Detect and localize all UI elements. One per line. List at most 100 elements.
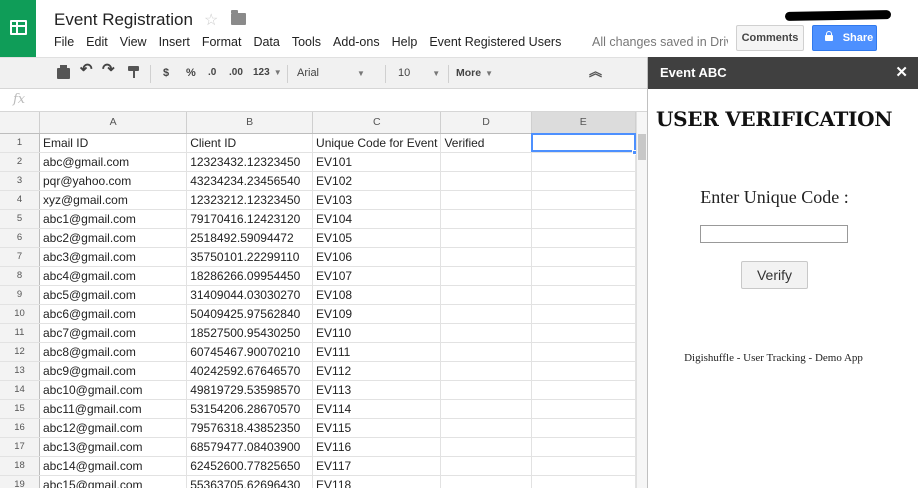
cell-a17[interactable]: abc13@gmail.com xyxy=(39,437,188,457)
cell-c7[interactable]: EV106 xyxy=(312,247,442,267)
row-header[interactable]: 19 xyxy=(0,475,40,488)
cell-b5[interactable]: 79170416.12423120 xyxy=(186,209,314,229)
cell-e11[interactable] xyxy=(531,323,636,343)
cell-c14[interactable]: EV113 xyxy=(312,380,442,400)
cell-c13[interactable]: EV112 xyxy=(312,361,442,381)
comments-button[interactable]: Comments xyxy=(736,25,804,51)
close-icon[interactable]: ✕ xyxy=(895,63,908,81)
cell-b11[interactable]: 18527500.95430250 xyxy=(186,323,314,343)
cell-d3[interactable] xyxy=(440,171,532,191)
cell-e16[interactable] xyxy=(531,418,636,438)
cell-e18[interactable] xyxy=(531,456,636,476)
cell-a3[interactable]: pqr@yahoo.com xyxy=(39,171,188,191)
cell-b17[interactable]: 68579477.08403900 xyxy=(186,437,314,457)
cell-d15[interactable] xyxy=(440,399,532,419)
menu-view[interactable]: View xyxy=(120,35,147,51)
menu-data[interactable]: Data xyxy=(253,35,279,51)
paint-format-icon[interactable] xyxy=(128,66,139,78)
cell-a5[interactable]: abc1@gmail.com xyxy=(39,209,188,229)
row-header[interactable]: 15 xyxy=(0,399,40,419)
row-header[interactable]: 4 xyxy=(0,190,40,210)
scrollbar-thumb[interactable] xyxy=(638,134,646,160)
menu-tools[interactable]: Tools xyxy=(292,35,321,51)
cell-d2[interactable] xyxy=(440,152,532,172)
star-icon[interactable]: ☆ xyxy=(204,10,218,30)
row-header[interactable]: 8 xyxy=(0,266,40,286)
cell-c1[interactable]: Unique Code for Event xyxy=(312,133,442,153)
cell-e5[interactable] xyxy=(531,209,636,229)
cell-e2[interactable] xyxy=(531,152,636,172)
save-status[interactable]: All changes saved in Drive xyxy=(592,35,728,49)
cell-d16[interactable] xyxy=(440,418,532,438)
undo-icon[interactable]: ↶ xyxy=(80,62,93,78)
row-header[interactable]: 2 xyxy=(0,152,40,172)
share-button[interactable]: Share xyxy=(812,25,877,51)
cell-b12[interactable]: 60745467.90070210 xyxy=(186,342,314,362)
redo-icon[interactable]: ↷ xyxy=(102,62,115,78)
cell-d10[interactable] xyxy=(440,304,532,324)
cell-e13[interactable] xyxy=(531,361,636,381)
collapse-toolbar-icon[interactable]: ︽ xyxy=(589,64,602,80)
column-header-e[interactable]: E xyxy=(531,112,636,134)
cell-b13[interactable]: 40242592.67646570 xyxy=(186,361,314,381)
row-header[interactable]: 11 xyxy=(0,323,40,343)
cell-a2[interactable]: abc@gmail.com xyxy=(39,152,188,172)
cell-b19[interactable]: 55363705.62696430 xyxy=(186,475,314,488)
cell-c4[interactable]: EV103 xyxy=(312,190,442,210)
cell-b15[interactable]: 53154206.28670570 xyxy=(186,399,314,419)
cell-d5[interactable] xyxy=(440,209,532,229)
cell-c12[interactable]: EV111 xyxy=(312,342,442,362)
cell-e17[interactable] xyxy=(531,437,636,457)
cell-e7[interactable] xyxy=(531,247,636,267)
cell-d6[interactable] xyxy=(440,228,532,248)
cell-c16[interactable]: EV115 xyxy=(312,418,442,438)
cell-b4[interactable]: 12323212.12323450 xyxy=(186,190,314,210)
row-header[interactable]: 13 xyxy=(0,361,40,381)
cell-e12[interactable] xyxy=(531,342,636,362)
cell-b18[interactable]: 62452600.77825650 xyxy=(186,456,314,476)
menu-insert[interactable]: Insert xyxy=(159,35,190,51)
currency-format-button[interactable]: $ xyxy=(163,65,169,81)
menu-help[interactable]: Help xyxy=(392,35,418,51)
document-title[interactable]: Event Registration xyxy=(54,10,193,30)
row-header[interactable]: 3 xyxy=(0,171,40,191)
unique-code-input[interactable] xyxy=(700,225,848,243)
cell-e8[interactable] xyxy=(531,266,636,286)
cell-b14[interactable]: 49819729.53598570 xyxy=(186,380,314,400)
cell-b6[interactable]: 2518492.59094472 xyxy=(186,228,314,248)
menu-format[interactable]: Format xyxy=(202,35,242,51)
menu-event-registered-users[interactable]: Event Registered Users xyxy=(429,35,561,51)
cell-d13[interactable] xyxy=(440,361,532,381)
increase-decimal-button[interactable]: .00 xyxy=(229,65,243,81)
cell-a16[interactable]: abc12@gmail.com xyxy=(39,418,188,438)
cell-c15[interactable]: EV114 xyxy=(312,399,442,419)
cell-c17[interactable]: EV116 xyxy=(312,437,442,457)
cell-c5[interactable]: EV104 xyxy=(312,209,442,229)
cell-d8[interactable] xyxy=(440,266,532,286)
column-header-a[interactable]: A xyxy=(39,112,188,134)
row-header[interactable]: 5 xyxy=(0,209,40,229)
verify-button[interactable]: Verify xyxy=(741,261,808,289)
cell-a6[interactable]: abc2@gmail.com xyxy=(39,228,188,248)
column-header-d[interactable]: D xyxy=(440,112,532,134)
cell-a13[interactable]: abc9@gmail.com xyxy=(39,361,188,381)
cell-e9[interactable] xyxy=(531,285,636,305)
row-header[interactable]: 17 xyxy=(0,437,40,457)
cell-a14[interactable]: abc10@gmail.com xyxy=(39,380,188,400)
column-header-c[interactable]: C xyxy=(312,112,442,134)
select-all-corner[interactable] xyxy=(0,112,40,134)
cell-d4[interactable] xyxy=(440,190,532,210)
cell-b7[interactable]: 35750101.22299110 xyxy=(186,247,314,267)
menu-add-ons[interactable]: Add-ons xyxy=(333,35,380,51)
percent-format-button[interactable]: % xyxy=(186,65,196,81)
cell-b2[interactable]: 12323432.12323450 xyxy=(186,152,314,172)
cell-d17[interactable] xyxy=(440,437,532,457)
cell-a10[interactable]: abc6@gmail.com xyxy=(39,304,188,324)
menu-file[interactable]: File xyxy=(54,35,74,51)
cell-e10[interactable] xyxy=(531,304,636,324)
cell-e4[interactable] xyxy=(531,190,636,210)
cell-c11[interactable]: EV110 xyxy=(312,323,442,343)
cell-b8[interactable]: 18286266.09954450 xyxy=(186,266,314,286)
sheets-logo-icon[interactable] xyxy=(0,0,36,57)
row-header[interactable]: 7 xyxy=(0,247,40,267)
